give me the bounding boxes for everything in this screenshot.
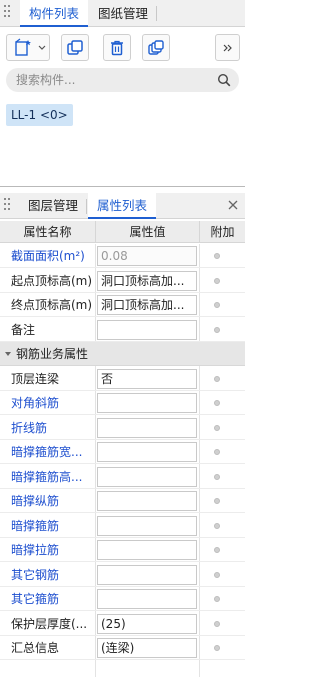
attach-checkbox[interactable] <box>214 449 220 455</box>
property-row: 其它钢筋 <box>0 563 245 587</box>
property-row: 对角斜筋 <box>0 391 245 415</box>
dropdown-arrow-icon <box>38 45 46 50</box>
property-name: 暗撑箍筋宽... <box>11 445 83 459</box>
property-value-input[interactable] <box>97 393 197 413</box>
grid-header: 属性名称 属性值 附加 <box>0 221 245 243</box>
property-name: 暗撑箍筋 <box>11 518 60 533</box>
panel-splitter[interactable] <box>0 186 245 187</box>
attach-checkbox[interactable] <box>214 473 220 480</box>
property-name: 起点顶标高(m) <box>11 273 93 288</box>
tab-layer-management[interactable]: 图层管理 <box>20 193 87 219</box>
property-row: 其它箍筋 <box>0 587 245 611</box>
attach-checkbox[interactable] <box>214 277 220 284</box>
tab-drawing-management[interactable]: 图纸管理 <box>90 0 157 27</box>
property-name: 对角斜筋 <box>11 396 60 410</box>
property-value-input[interactable]: 洞口顶标高加... <box>97 295 197 315</box>
property-row: 保护层厚度(... (25) <box>0 612 245 636</box>
property-row: 暗撑箍筋宽... <box>0 440 245 464</box>
property-name: 折线筋 <box>11 420 48 435</box>
properties-tabbar: 图层管理 属性列表 <box>0 193 245 220</box>
property-row: 暗撑拉筋 <box>0 538 245 562</box>
property-name: 终点顶标高(m) <box>11 298 93 312</box>
copy-button[interactable] <box>61 34 89 61</box>
property-row: 折线筋 <box>0 416 245 440</box>
property-row: 暗撑纵筋 <box>0 489 245 513</box>
property-name: 暗撑纵筋 <box>11 494 60 508</box>
delete-icon <box>111 40 123 55</box>
duplicate-layer-button[interactable] <box>142 34 170 61</box>
attach-checkbox[interactable] <box>214 571 220 578</box>
property-name: 暗撑箍筋高... <box>11 469 83 484</box>
new-component-button[interactable] <box>6 34 50 61</box>
component-list-tabbar: 构件列表 图纸管理 <box>0 0 245 28</box>
tab-property-list[interactable]: 属性列表 <box>88 193 156 220</box>
property-value-input[interactable] <box>97 564 197 585</box>
property-row: 备注 <box>0 318 245 342</box>
drag-handle-icon[interactable] <box>4 198 10 213</box>
property-name: 顶层连梁 <box>11 371 60 386</box>
property-value-input[interactable] <box>97 417 197 438</box>
property-row: 暗撑箍筋 <box>0 514 245 538</box>
property-name: 保护层厚度(... <box>11 616 88 631</box>
close-icon[interactable] <box>227 199 239 211</box>
attach-checkbox[interactable] <box>214 375 220 382</box>
property-row: 顶层连梁 否 <box>0 367 245 391</box>
duplicate-layer-icon <box>148 39 164 55</box>
drag-handle-icon[interactable] <box>4 5 10 20</box>
property-value-input[interactable] <box>97 319 197 340</box>
property-name: 备注 <box>11 322 36 337</box>
attach-checkbox[interactable] <box>214 253 220 259</box>
new-component-icon <box>15 38 46 56</box>
collapse-triangle-icon[interactable] <box>5 352 11 356</box>
property-row: 汇总信息 (连梁) <box>0 636 245 660</box>
property-row: 截面面积(m²) 0.08 <box>0 244 245 268</box>
attach-checkbox[interactable] <box>214 302 220 308</box>
component-item-ll-1[interactable]: LL-1 <0> <box>6 104 73 126</box>
attach-checkbox[interactable] <box>214 645 220 651</box>
property-value-input[interactable] <box>97 515 197 536</box>
property-value-input[interactable] <box>97 466 197 487</box>
property-name: 其它箍筋 <box>11 592 60 606</box>
property-row: 暗撑箍筋高... <box>0 465 245 489</box>
attach-checkbox[interactable] <box>214 424 220 431</box>
property-value-input[interactable]: 否 <box>97 368 197 389</box>
property-name: 暗撑拉筋 <box>11 543 60 557</box>
attach-checkbox[interactable] <box>214 596 220 602</box>
more-tools-button[interactable] <box>215 34 240 61</box>
group-label: 钢筋业务属性 <box>16 347 89 361</box>
attach-checkbox[interactable] <box>214 400 220 406</box>
attach-checkbox[interactable] <box>214 547 220 553</box>
copy-icon <box>67 39 83 55</box>
search-input[interactable] <box>16 68 186 92</box>
column-header-extra: 附加 <box>210 225 235 239</box>
tab-component-list[interactable]: 构件列表 <box>20 0 88 28</box>
property-value-input[interactable] <box>97 491 197 511</box>
property-value-input[interactable] <box>97 540 197 560</box>
property-row: 起点顶标高(m) 洞口顶标高加... <box>0 269 245 293</box>
property-value-input[interactable]: (连梁) <box>97 638 197 658</box>
component-toolbar <box>0 28 245 66</box>
search-icon[interactable] <box>217 73 231 87</box>
property-value-input[interactable]: (25) <box>97 613 197 634</box>
column-header-value: 属性值 <box>96 221 200 243</box>
column-header-name: 属性名称 <box>0 221 96 243</box>
delete-button[interactable] <box>103 34 131 61</box>
property-name: 其它钢筋 <box>11 567 60 582</box>
property-value-input[interactable]: 0.08 <box>97 246 197 266</box>
property-name: 截面面积(m²) <box>11 249 85 263</box>
attach-checkbox[interactable] <box>214 620 220 627</box>
attach-checkbox[interactable] <box>214 498 220 504</box>
expand-more-icon <box>223 44 232 51</box>
property-value-input[interactable]: 洞口顶标高加... <box>97 270 197 291</box>
property-value-input[interactable] <box>97 589 197 609</box>
group-rebar-business-properties[interactable]: 钢筋业务属性 <box>0 342 245 366</box>
attach-checkbox[interactable] <box>214 326 220 333</box>
property-value-input[interactable] <box>97 442 197 462</box>
property-name: 汇总信息 <box>11 641 60 655</box>
component-search <box>6 68 239 92</box>
attach-checkbox[interactable] <box>214 522 220 529</box>
property-row: 终点顶标高(m) 洞口顶标高加... <box>0 293 245 317</box>
